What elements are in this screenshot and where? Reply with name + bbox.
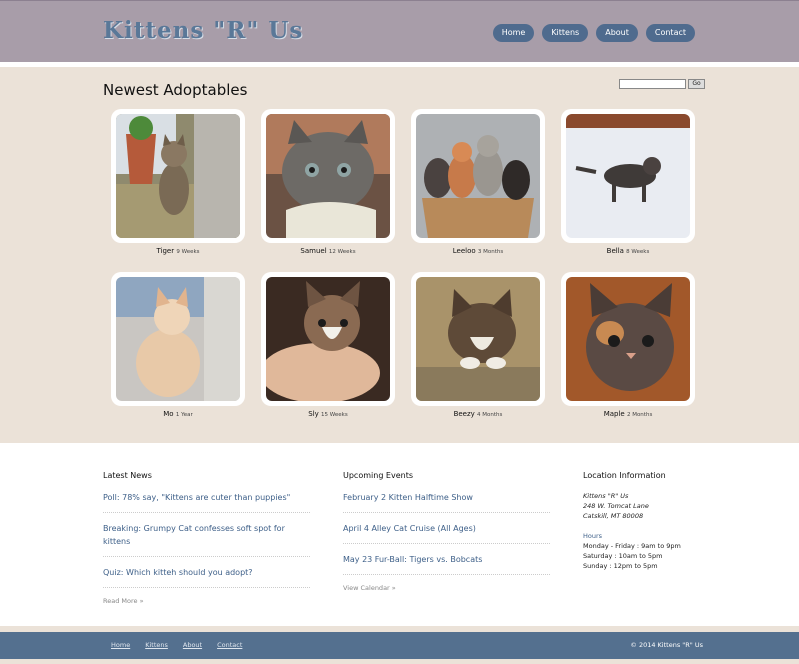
kitten-photo-tiger[interactable] (116, 114, 240, 238)
kitten-caption: Leeloo 3 Months (411, 247, 545, 255)
kitten-age: 12 Weeks (328, 249, 356, 255)
location-title: Location Information (583, 471, 666, 480)
info-section: Latest News Poll: 78% say, "Kittens are … (0, 443, 799, 626)
hours-line: Saturday : 10am to 5pm (583, 552, 663, 560)
kitten-photo-sly[interactable] (266, 277, 390, 401)
kitten-age: 1 Year (175, 412, 193, 418)
hours-line: Monday - Friday : 9am to 9pm (583, 542, 681, 550)
kitten-caption: Samuel 12 Weeks (261, 247, 395, 255)
kitten-photo-leeloo[interactable] (416, 114, 540, 238)
address-line: Catskill, MT 80008 (583, 512, 644, 520)
kitten-name[interactable]: Samuel (300, 247, 326, 255)
kitten-name[interactable]: Mo (163, 410, 173, 418)
read-more-link[interactable]: Read More » (103, 597, 310, 605)
events-title: Upcoming Events (343, 471, 414, 480)
kitten-age: 4 Months (477, 412, 503, 418)
kitten-age: 3 Months (477, 249, 504, 255)
event-item[interactable]: April 4 Alley Cat Cruise (All Ages) (343, 522, 550, 544)
view-calendar-link[interactable]: View Calendar » (343, 584, 550, 592)
kitten-photo-bella[interactable] (566, 114, 690, 238)
search-input[interactable] (619, 79, 686, 89)
event-item[interactable]: February 2 Kitten Halftime Show (343, 491, 550, 513)
kitten-caption: Bella 8 Weeks (561, 247, 695, 255)
footer-about-link[interactable]: About (183, 641, 202, 649)
kitten-caption: Beezy 4 Months (411, 410, 545, 418)
kitten-photo-frame[interactable] (411, 109, 545, 243)
kitten-photo-mo[interactable] (116, 277, 240, 401)
nav-kittens-button[interactable]: Kittens (542, 24, 589, 42)
main-nav: Home Kittens About Contact (492, 24, 695, 42)
page-bottom-band (0, 659, 799, 664)
site-footer: Home Kittens About Contact © 2014 Kitten… (0, 632, 799, 659)
kitten-photo-frame[interactable] (561, 109, 695, 243)
kitten-age: 8 Weeks (626, 249, 650, 255)
kitten-photo-frame[interactable] (111, 109, 245, 243)
site-logo[interactable]: Kittens "R" Us (103, 17, 303, 44)
copyright-text: © 2014 Kittens "R" Us (630, 641, 703, 649)
hours-title: Hours (583, 532, 603, 540)
kitten-name[interactable]: Beezy (454, 410, 475, 418)
footer-kittens-link[interactable]: Kittens (145, 641, 168, 649)
footer-home-link[interactable]: Home (111, 641, 130, 649)
kitten-name[interactable]: Bella (607, 247, 624, 255)
kitten-photo-frame[interactable] (111, 272, 245, 406)
kitten-card[interactable]: Tiger 9 Weeks (111, 109, 245, 255)
kitten-age: 15 Weeks (321, 412, 348, 418)
kitten-photo-frame[interactable] (561, 272, 695, 406)
news-item[interactable]: Quiz: Which kitteh should you adopt? (103, 566, 310, 588)
news-column: Latest News Poll: 78% say, "Kittens are … (103, 471, 310, 605)
site-header: Kittens "R" Us Home Kittens About Contac… (0, 0, 799, 62)
event-item[interactable]: May 23 Fur-Ball: Tigers vs. Bobcats (343, 553, 550, 575)
kitten-name[interactable]: Maple (604, 410, 625, 418)
news-item[interactable]: Breaking: Grumpy Cat confesses soft spot… (103, 522, 310, 557)
footer-contact-link[interactable]: Contact (217, 641, 242, 649)
address-line: 248 W. Tomcat Lane (583, 502, 649, 510)
kitten-photo-frame[interactable] (261, 272, 395, 406)
kitten-card[interactable]: Sly 15 Weeks (261, 272, 395, 418)
kitten-caption: Mo 1 Year (111, 410, 245, 418)
kitten-card[interactable]: Maple 2 Months (561, 272, 695, 418)
kitten-photo-beezy[interactable] (416, 277, 540, 401)
nav-home-button[interactable]: Home (492, 24, 535, 42)
kitten-caption: Tiger 9 Weeks (111, 247, 245, 255)
kitten-name[interactable]: Sly (308, 410, 319, 418)
adoptables-section: Newest Adoptables Go Tiger 9 Weeks Samue… (0, 67, 799, 443)
address-line: Kittens "R" Us (583, 492, 629, 500)
kitten-photo-maple[interactable] (566, 277, 690, 401)
kitten-card[interactable]: Samuel 12 Weeks (261, 109, 395, 255)
kitten-caption: Maple 2 Months (561, 410, 695, 418)
page-title: Newest Adoptables (103, 81, 248, 99)
kitten-photo-samuel[interactable] (266, 114, 390, 238)
footer-nav: Home Kittens About Contact (111, 641, 242, 649)
kitten-age: 9 Weeks (176, 249, 200, 255)
kitten-age: 2 Months (626, 412, 653, 418)
news-title: Latest News (103, 471, 152, 480)
location-column: Location Information Kittens "R" Us 248 … (583, 471, 733, 571)
kitten-card[interactable]: Leeloo 3 Months (411, 109, 545, 255)
kitten-photo-frame[interactable] (411, 272, 545, 406)
kitten-card[interactable]: Beezy 4 Months (411, 272, 545, 418)
kitten-name[interactable]: Tiger (156, 247, 174, 255)
search-form: Go (619, 79, 705, 89)
hours-line: Sunday : 12pm to 5pm (583, 562, 658, 570)
news-item[interactable]: Poll: 78% say, "Kittens are cuter than p… (103, 491, 310, 513)
search-go-button[interactable]: Go (688, 79, 705, 89)
events-column: Upcoming Events February 2 Kitten Halfti… (343, 471, 550, 592)
kitten-name[interactable]: Leeloo (453, 247, 476, 255)
kitten-card[interactable]: Bella 8 Weeks (561, 109, 695, 255)
kitten-caption: Sly 15 Weeks (261, 410, 395, 418)
kitten-photo-frame[interactable] (261, 109, 395, 243)
kitten-card[interactable]: Mo 1 Year (111, 272, 245, 418)
nav-contact-button[interactable]: Contact (645, 24, 695, 42)
nav-about-button[interactable]: About (596, 24, 638, 42)
